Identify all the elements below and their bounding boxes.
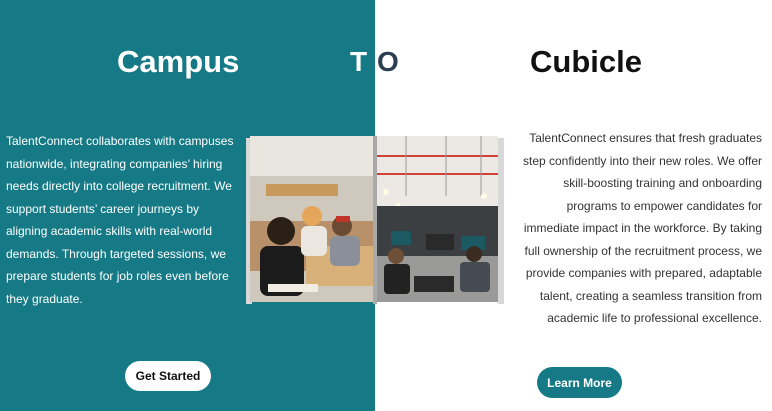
headline-cubicle: Cubicle xyxy=(530,44,642,79)
learn-more-button[interactable]: Learn More xyxy=(537,367,622,398)
cubicle-description: TalentConnect ensures that fresh graduat… xyxy=(522,131,762,325)
headline-campus: Campus xyxy=(117,44,240,79)
headline-to-o: O xyxy=(377,46,399,77)
campus-description: TalentConnect collaborates with campuses… xyxy=(6,134,234,306)
open-book-image xyxy=(246,136,504,304)
get-started-button[interactable]: Get Started xyxy=(125,361,211,391)
open-office-icon xyxy=(377,136,498,302)
headline-to-t: T xyxy=(350,46,368,77)
students-in-library-icon xyxy=(250,136,375,302)
